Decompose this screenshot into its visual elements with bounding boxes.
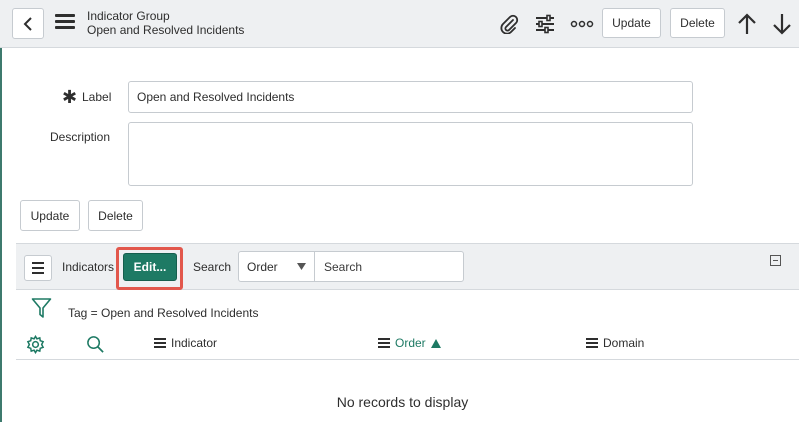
form-title: Indicator Group [87, 9, 170, 23]
arrow-down-icon[interactable] [770, 12, 794, 36]
column-menu-icon [586, 337, 598, 349]
more-icon[interactable] [570, 12, 594, 36]
form-titles: Indicator Group Open and Resolved Incide… [87, 9, 244, 37]
required-asterisk-icon: ✱ [62, 87, 78, 107]
search-label: Search [193, 260, 232, 274]
header-update-button[interactable]: Update [602, 8, 661, 38]
search-input[interactable] [314, 251, 464, 282]
sort-ascending-icon [430, 338, 441, 348]
column-menu-icon [154, 337, 166, 349]
search-field-select[interactable]: Order [238, 251, 315, 282]
sliders-icon[interactable] [533, 12, 557, 36]
caret-down-icon [297, 263, 306, 270]
chevron-left-icon [23, 16, 32, 31]
form-left-rule [0, 48, 2, 422]
list-menu-button[interactable] [24, 255, 52, 281]
filter-icon[interactable] [31, 297, 52, 324]
label-input[interactable] [128, 81, 693, 113]
related-list-title: Indicators [62, 260, 115, 274]
column-header-divider [16, 359, 799, 360]
description-field-label: Description [50, 130, 111, 144]
hamburger-icon[interactable] [55, 14, 75, 32]
search-icon[interactable] [86, 335, 105, 359]
search-field-value: Order [247, 259, 278, 274]
paperclip-icon[interactable] [497, 12, 521, 36]
related-list-toolbar: Indicators Edit... Search Order [16, 243, 799, 290]
column-menu-icon [378, 337, 390, 349]
edit-button[interactable]: Edit... [123, 253, 177, 281]
column-header-indicator[interactable]: Indicator [154, 336, 217, 350]
form-header: Indicator Group Open and Resolved Incide… [0, 0, 799, 48]
back-button[interactable] [12, 8, 44, 39]
form-update-button[interactable]: Update [20, 200, 80, 231]
label-field-label: Label [82, 90, 112, 104]
filter-breadcrumb[interactable]: Tag = Open and Resolved Incidents [68, 306, 258, 320]
collapse-icon[interactable] [770, 255, 781, 266]
description-textarea[interactable] [128, 122, 693, 186]
column-header-order[interactable]: Order [378, 336, 441, 350]
empty-list-message: No records to display [336, 394, 469, 410]
gear-icon[interactable] [26, 334, 45, 359]
header-delete-button[interactable]: Delete [670, 8, 725, 38]
arrow-up-icon[interactable] [735, 12, 759, 36]
form-subtitle: Open and Resolved Incidents [87, 23, 245, 37]
column-header-domain[interactable]: Domain [586, 336, 644, 350]
form-delete-button[interactable]: Delete [88, 200, 143, 231]
